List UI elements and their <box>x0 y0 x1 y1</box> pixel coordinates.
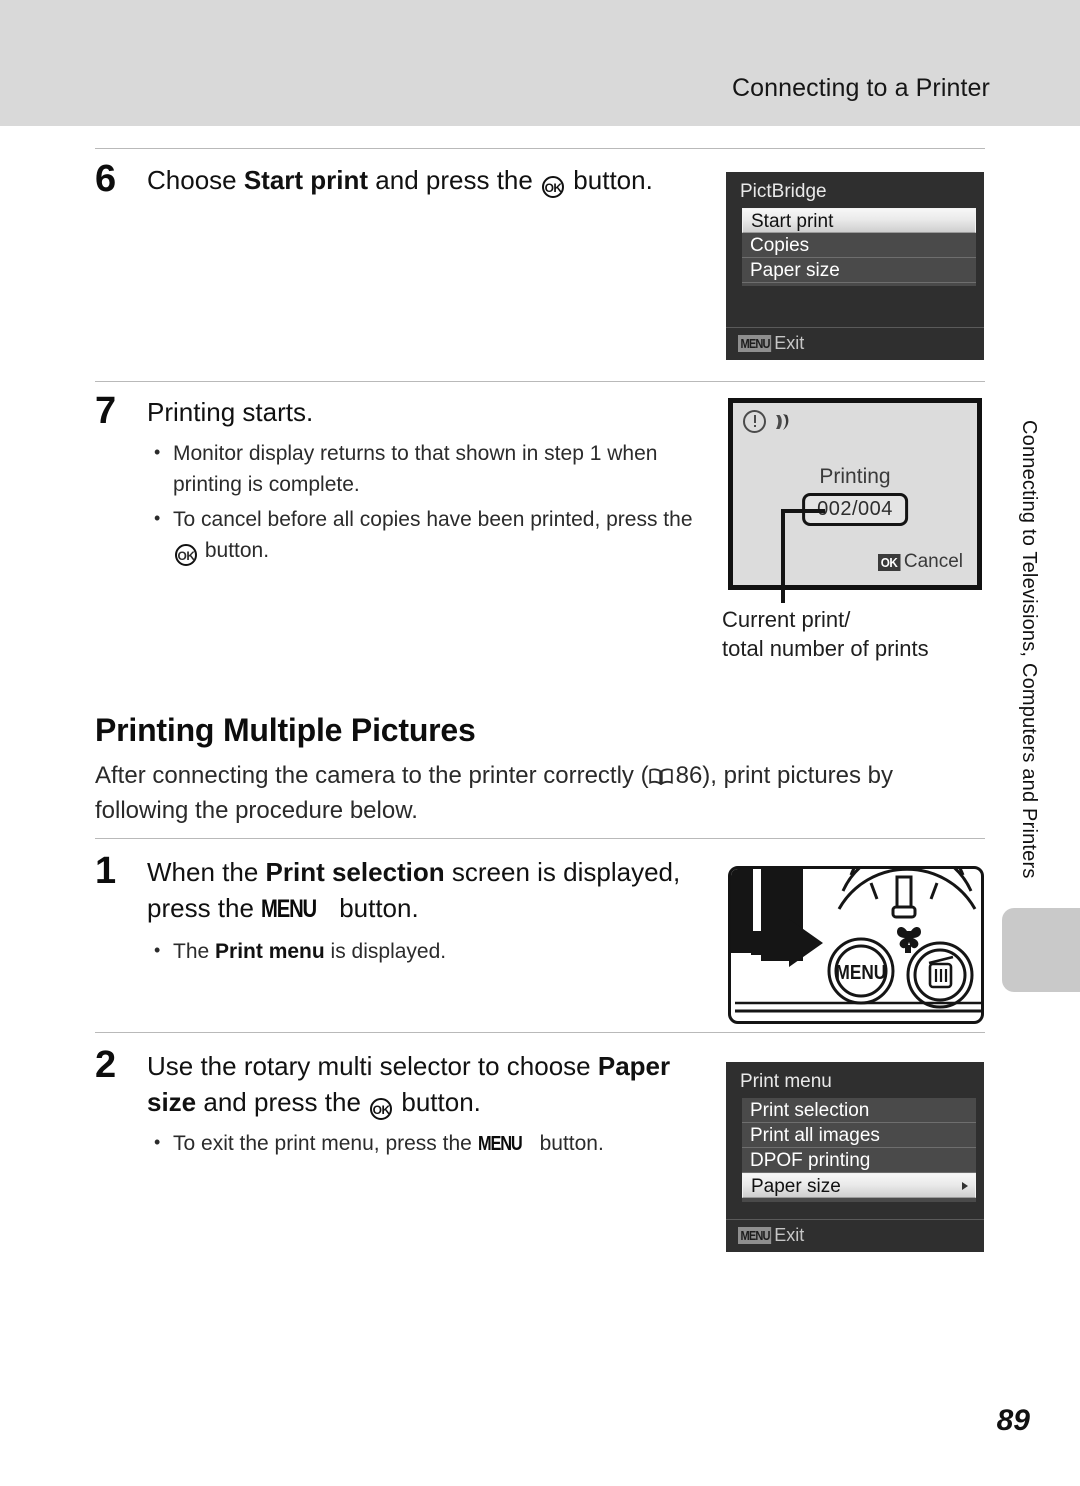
print-menu-item-print-all-images[interactable]: Print all images <box>742 1123 976 1148</box>
step-2-bullets: To exit the print menu, press the MENU b… <box>147 1127 705 1160</box>
menu-chip-icon: MENU <box>738 1227 772 1244</box>
print-menu-item-label: Print all images <box>750 1125 880 1146</box>
step-2-number: 2 <box>95 1044 117 1086</box>
svg-text:MENU: MENU <box>836 961 887 984</box>
menu-button-icon: MENU <box>477 1133 523 1155</box>
step-6-title-pre: Choose <box>147 165 244 195</box>
pictbridge-item-label: Start print <box>751 211 834 232</box>
step-1-title: When the Print selection screen is displ… <box>147 854 705 928</box>
step-7-bullet-2-text: To cancel before all copies have been pr… <box>173 508 693 531</box>
print-menu-title: Print menu <box>740 1071 832 1092</box>
callout-line-2: total number of prints <box>722 636 929 661</box>
step-2-bullet-1: To exit the print menu, press the MENU b… <box>147 1127 705 1160</box>
ok-chip-icon: OK <box>878 553 901 571</box>
pictbridge-exit-label: Exit <box>774 333 805 353</box>
step-2-title-pre: Use the rotary multi selector to choose <box>147 1051 598 1081</box>
step-6-title-bold: Start print <box>243 165 369 195</box>
pictbridge-list: Start print Copies Paper size <box>742 208 976 286</box>
step-1-title-pre: When the <box>147 857 266 887</box>
section-para-ref: 86 <box>675 762 703 789</box>
step-1-title-bold: Print selection <box>265 857 445 887</box>
camera-shake-icon <box>772 411 794 433</box>
ok-button-icon: OK <box>370 1098 393 1120</box>
menu-chip-icon: MENU <box>738 335 772 352</box>
step-6-title-mid: and press the <box>368 165 541 195</box>
menu-button-icon: MENU <box>261 896 317 923</box>
manual-page: Connecting to a Printer 6 Choose Start p… <box>0 0 1080 1486</box>
divider-step2 <box>95 1032 985 1033</box>
step-7-bullet-2: To cancel before all copies have been pr… <box>147 503 705 566</box>
pictbridge-title: PictBridge <box>740 181 827 202</box>
section-heading: Printing Multiple Pictures <box>95 712 476 748</box>
page-header-band <box>0 0 1080 126</box>
pictbridge-item-paper-size[interactable]: Paper size <box>742 258 976 283</box>
chevron-right-icon <box>962 1181 968 1190</box>
divider-step6 <box>95 148 985 149</box>
step-2-title-mid: and press the <box>196 1087 369 1117</box>
step-1-title-post: button. <box>331 893 419 923</box>
pictbridge-item-copies[interactable]: Copies <box>742 233 976 258</box>
step-7-number: 7 <box>95 390 117 432</box>
print-menu-item-print-selection[interactable]: Print selection <box>742 1098 976 1123</box>
printing-status-icons <box>743 410 794 433</box>
printing-status-label: Printing <box>819 465 891 488</box>
camera-back-illustration: MENU <box>728 866 984 1024</box>
divider-step1 <box>95 838 985 839</box>
print-count-callout: Current print/ total number of prints <box>722 605 929 663</box>
divider-step7 <box>95 381 985 382</box>
step-1-number: 1 <box>95 850 117 892</box>
step-7-bullet-1: Monitor display returns to that shown in… <box>147 437 705 500</box>
step-7-title: Printing starts. <box>147 397 314 427</box>
callout-leader-vertical <box>781 509 785 603</box>
print-menu-item-paper-size[interactable]: Paper size <box>742 1173 976 1198</box>
callout-line-1: Current print/ <box>722 607 851 632</box>
step-1-bullet-pre: The <box>173 940 216 963</box>
book-reference-icon <box>648 760 673 786</box>
step-1-bullet-post: is displayed. <box>324 940 447 963</box>
ok-button-icon: OK <box>542 176 565 198</box>
section-intro-paragraph: After connecting the camera to the print… <box>95 758 955 828</box>
pictbridge-footer: MENU Exit <box>726 327 984 360</box>
pictbridge-item-start-print[interactable]: Start print <box>742 208 976 233</box>
pictbridge-item-label: Paper size <box>750 260 840 281</box>
step-1-bullet-bold: Print menu <box>215 940 325 963</box>
printing-status-screen: Printing 002/004 OK Cancel <box>728 398 982 590</box>
page-number: 89 <box>996 1404 1030 1437</box>
printing-cancel-hint[interactable]: OK Cancel <box>878 551 963 573</box>
callout-leader-horizontal <box>781 509 825 513</box>
step-6-number: 6 <box>95 158 117 200</box>
step-2-title-post: button. <box>394 1087 481 1117</box>
pictbridge-screen: PictBridge Start print Copies Paper size… <box>726 172 984 360</box>
print-menu-item-label: DPOF printing <box>750 1150 871 1171</box>
step-6-title: Choose Start print and press the OK butt… <box>147 162 653 198</box>
print-menu-item-dpof-printing[interactable]: DPOF printing <box>742 1148 976 1173</box>
side-tab-label: Connecting to Televisions, Computers and… <box>1018 420 1040 879</box>
print-menu-screen: Print menu Print selection Print all ima… <box>726 1062 984 1252</box>
step-7-bullet-2-post: button. <box>204 539 270 562</box>
ok-button-icon: OK <box>175 544 197 566</box>
side-tab-marker <box>1002 908 1080 992</box>
step-2-bullet-post: button. <box>533 1132 604 1155</box>
print-menu-item-label: Paper size <box>751 1176 841 1197</box>
step-6-title-post: button. <box>566 165 653 195</box>
print-menu-item-label: Print selection <box>750 1100 870 1121</box>
printing-cancel-label: Cancel <box>903 551 963 572</box>
section-para-pre: After connecting the camera to the print… <box>95 762 649 789</box>
print-menu-list: Print selection Print all images DPOF pr… <box>742 1098 976 1202</box>
step-7-bullets: Monitor display returns to that shown in… <box>147 437 705 566</box>
print-menu-footer: MENU Exit <box>726 1219 984 1252</box>
print-menu-exit-label: Exit <box>774 1225 805 1245</box>
step-2-bullet-pre: To exit the print menu, press the <box>173 1132 478 1155</box>
step-2-title: Use the rotary multi selector to choose … <box>147 1048 705 1120</box>
pictbridge-item-label: Copies <box>750 235 810 256</box>
warning-icon <box>743 410 766 433</box>
step-1-bullets: The Print menu is displayed. <box>147 935 705 967</box>
page-header-title: Connecting to a Printer <box>731 74 990 102</box>
step-1-bullet-1: The Print menu is displayed. <box>147 935 705 967</box>
